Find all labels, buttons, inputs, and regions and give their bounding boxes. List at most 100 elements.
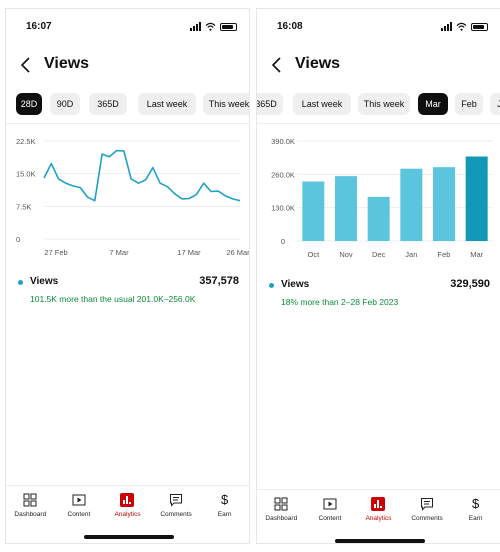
chip-feb[interactable]: Feb	[455, 93, 483, 115]
status-time: 16:07	[26, 21, 52, 32]
nav-dashboard[interactable]: Dashboard	[257, 497, 306, 537]
x-tick-label: 26 Mar	[226, 248, 250, 257]
y-tick-label: 390.0K	[271, 137, 295, 146]
chips-divider	[6, 123, 249, 124]
home-indicator	[84, 535, 174, 539]
views-series-line	[43, 149, 241, 202]
x-tick-label: Mar	[470, 250, 483, 259]
y-tick-label: 0	[16, 235, 20, 244]
dollar-icon: $	[472, 496, 480, 511]
nav-label: Analytics	[365, 515, 392, 522]
back-arrow-icon[interactable]	[18, 55, 34, 75]
bar-dec	[367, 196, 390, 241]
views-comparison-note: 18% more than 2–28 Feb 2023	[281, 297, 399, 307]
nav-dashboard[interactable]: Dashboard	[6, 493, 55, 533]
nav-label: Dashboard	[265, 515, 298, 522]
dollar-icon: $	[221, 492, 229, 507]
views-comparison-note: 101.5K more than the usual 201.0K–256.0K	[30, 294, 196, 304]
nav-label: Comments	[411, 515, 443, 522]
dashboard-icon	[274, 497, 288, 511]
nav-label: Earn	[468, 515, 483, 522]
bar-feb	[433, 167, 455, 241]
dashboard-icon	[23, 493, 37, 507]
nav-analytics[interactable]: Analytics	[354, 497, 403, 537]
nav-divider	[6, 485, 249, 486]
nav-earn[interactable]: $ Earn	[451, 497, 500, 537]
nav-label: Comments	[160, 511, 192, 518]
status-icons	[441, 22, 488, 31]
chip-this-week[interactable]: This week	[358, 93, 410, 115]
status-icons	[190, 22, 237, 31]
status-bar: 16:08	[257, 19, 500, 37]
chip-mar[interactable]: Mar	[418, 93, 448, 115]
bar-jan	[400, 168, 423, 241]
home-indicator	[335, 539, 425, 543]
x-tick-label: 27 Feb	[44, 248, 67, 257]
y-tick-label: 7.5K	[16, 202, 31, 211]
series-dot-icon	[18, 280, 23, 285]
x-tick-label: 17 Mar	[177, 248, 201, 257]
chip-365d[interactable]: 365D	[257, 93, 283, 115]
battery-icon	[471, 22, 488, 31]
status-time: 16:08	[277, 21, 303, 32]
signal-icon	[441, 22, 452, 31]
nav-analytics[interactable]: Analytics	[103, 493, 152, 533]
chip-365d[interactable]: 365D	[89, 93, 127, 115]
nav-label: Content	[318, 515, 342, 522]
x-tick-label: Oct	[307, 250, 320, 259]
x-tick-label: 7 Mar	[109, 248, 129, 257]
chip-28d[interactable]: 28D	[16, 93, 42, 115]
views-total: 329,590	[450, 278, 490, 290]
nav-label: Dashboard	[14, 511, 47, 518]
chip-90d[interactable]: 90D	[50, 93, 80, 115]
chip-last-week[interactable]: Last week	[138, 93, 196, 115]
right-phone-screen: 16:08 Views 365D Last week This week Mar…	[256, 8, 500, 544]
y-tick-label: 15.0K	[16, 170, 36, 179]
bar-mar	[465, 156, 488, 241]
signal-icon	[190, 22, 201, 31]
nav-comments[interactable]: Comments	[152, 493, 201, 533]
page-title: Views	[295, 55, 341, 72]
nav-label: Analytics	[114, 511, 141, 518]
series-dot-icon	[269, 283, 274, 288]
content-icon	[323, 498, 337, 510]
nav-content[interactable]: Content	[55, 493, 104, 533]
views-total: 357,578	[199, 275, 239, 287]
battery-icon	[220, 22, 237, 31]
nav-comments[interactable]: Comments	[403, 497, 452, 537]
chip-jan[interactable]: Ja	[490, 93, 500, 115]
y-tick-label: 22.5K	[16, 137, 36, 146]
wifi-icon	[205, 22, 216, 31]
content-icon	[72, 494, 86, 506]
chip-this-week[interactable]: This week	[203, 93, 249, 115]
chip-last-week[interactable]: Last week	[293, 93, 351, 115]
date-range-chips: 365D Last week This week Mar Feb Ja	[257, 93, 500, 117]
comments-icon	[421, 498, 434, 511]
x-tick-label: Feb	[438, 250, 451, 259]
analytics-icon	[120, 493, 135, 507]
x-tick-label: Dec	[372, 250, 386, 259]
views-bar-chart: 390.0K 260.0K 130.0K 0 Oct Nov Dec Jan Feb Mar	[271, 137, 493, 259]
y-tick-label: 260.0K	[271, 170, 295, 179]
x-tick-label: Nov	[339, 250, 353, 259]
left-phone-screen: 16:07 Views 28D 90D 365D Last week This …	[5, 8, 250, 544]
bottom-nav: Dashboard Content Analytics Comments $ E…	[257, 497, 500, 537]
views-label: Views	[281, 279, 310, 290]
bar-oct	[302, 181, 325, 241]
nav-label: Earn	[217, 511, 232, 518]
views-line-chart: 22.5K 15.0K 7.5K 0 27 Feb 7 Mar 17 Mar 26 Mar	[16, 137, 250, 257]
y-tick-label: 130.0K	[271, 204, 295, 213]
page-header: Views	[6, 51, 249, 79]
nav-earn[interactable]: $ Earn	[200, 493, 249, 533]
bar-nov	[335, 176, 357, 241]
analytics-icon	[371, 497, 386, 511]
wifi-icon	[456, 22, 467, 31]
bottom-nav: Dashboard Content Analytics Comments $ E…	[6, 493, 249, 533]
date-range-chips: 28D 90D 365D Last week This week	[6, 93, 249, 117]
comments-icon	[170, 494, 183, 507]
nav-content[interactable]: Content	[306, 497, 355, 537]
nav-divider	[257, 489, 500, 490]
y-tick-label: 0	[281, 237, 285, 246]
nav-label: Content	[67, 511, 91, 518]
back-arrow-icon[interactable]	[269, 55, 285, 75]
